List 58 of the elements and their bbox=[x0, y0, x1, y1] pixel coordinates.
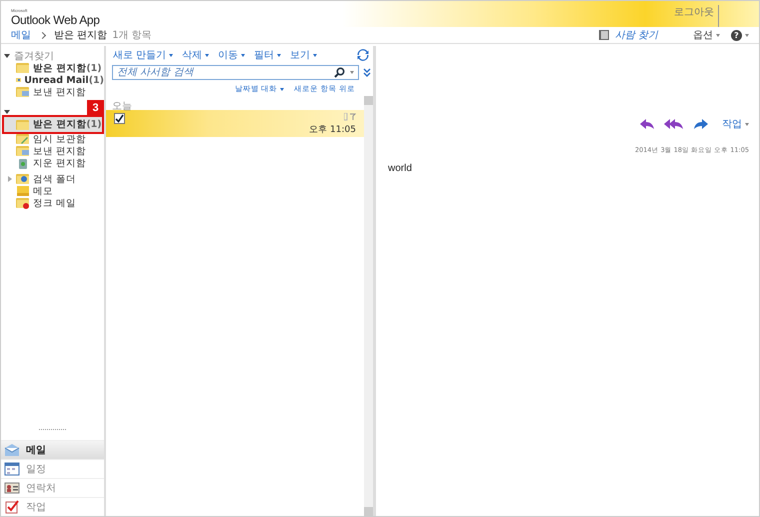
toolbar-menu[interactable]: 이동 bbox=[218, 48, 246, 62]
resize-handle[interactable] bbox=[39, 429, 66, 432]
contact-card-icon bbox=[4, 481, 20, 495]
search-field[interactable]: 전체 사서함 검색 bbox=[117, 67, 329, 78]
module-button[interactable]: 작업 bbox=[1, 497, 104, 516]
note-icon bbox=[16, 185, 30, 197]
calendar-icon bbox=[4, 462, 20, 476]
group-header: 오늘 bbox=[111, 100, 133, 110]
folder-icon bbox=[16, 197, 30, 209]
message-body: world bbox=[388, 163, 413, 174]
search-box[interactable]: 전체 사서함 검색 bbox=[112, 65, 359, 80]
search-folder-icon bbox=[16, 173, 30, 185]
module-button[interactable]: 연락처 bbox=[1, 478, 104, 497]
checkmark-icon bbox=[4, 500, 20, 514]
find-people-link[interactable]: 사람 찾기 bbox=[614, 28, 658, 42]
folder-icon bbox=[16, 62, 30, 74]
toolbar-menu[interactable]: 보기 bbox=[290, 48, 318, 62]
checkbox[interactable] bbox=[114, 113, 125, 124]
app-logo: Outlook Web App bbox=[11, 13, 100, 27]
actions-menu[interactable]: 작업 bbox=[722, 117, 749, 131]
folder-item[interactable]: 지운 편지함 bbox=[4, 157, 104, 169]
folder-item[interactable]: 보낸 편지함 bbox=[4, 145, 104, 157]
reply-all-icon[interactable] bbox=[664, 118, 684, 130]
folder-item[interactable]: 정크 메일 bbox=[4, 197, 104, 209]
forward-icon[interactable] bbox=[693, 118, 709, 130]
message-time: 오후 11:05 bbox=[309, 124, 356, 136]
folder-item[interactable]: 보낸 편지함 bbox=[4, 86, 104, 98]
trash-icon bbox=[16, 157, 30, 169]
folder-item[interactable]: 임시 보관함 bbox=[4, 133, 104, 145]
folder-item[interactable]: 받은 편지함(1) bbox=[4, 62, 104, 74]
folder-icon bbox=[16, 133, 30, 145]
toolbar-menu[interactable]: 삭제 bbox=[182, 48, 210, 62]
item-count: 1개 항목 bbox=[112, 29, 152, 42]
reply-icon[interactable] bbox=[639, 118, 655, 130]
toolbar-menu[interactable]: 새로 만들기 bbox=[113, 48, 174, 62]
folder-title: 받은 편지함 bbox=[54, 29, 108, 42]
toolbar-menu[interactable]: 필터 bbox=[254, 48, 282, 62]
module-button[interactable]: 메일 bbox=[1, 440, 104, 459]
expand-icon[interactable] bbox=[4, 54, 10, 58]
folder-item[interactable]: 검색 폴더 bbox=[4, 173, 104, 185]
folder-icon bbox=[16, 145, 30, 157]
scrollbar[interactable] bbox=[364, 96, 373, 516]
folder-icon bbox=[16, 86, 30, 98]
module-button[interactable]: 일정 bbox=[1, 459, 104, 478]
options-menu[interactable]: 옵션 bbox=[693, 28, 720, 42]
envelope-icon bbox=[4, 443, 20, 457]
folder-icon bbox=[16, 118, 30, 130]
address-book-icon bbox=[598, 29, 610, 41]
breadcrumb-link[interactable]: 메일 bbox=[11, 28, 31, 42]
expand-down-icon[interactable] bbox=[363, 68, 371, 78]
flag-icon[interactable] bbox=[344, 113, 356, 121]
folder-item[interactable]: 메모 bbox=[4, 185, 104, 197]
step-badge: 3 bbox=[87, 100, 104, 115]
section-title: 즐겨찾기 bbox=[14, 50, 54, 63]
folder-item[interactable]: Unread Mail(1) bbox=[4, 74, 104, 86]
refresh-icon[interactable] bbox=[357, 49, 369, 61]
message-row[interactable]: 오후 11:05 bbox=[106, 110, 364, 137]
search-icon[interactable] bbox=[334, 67, 345, 78]
